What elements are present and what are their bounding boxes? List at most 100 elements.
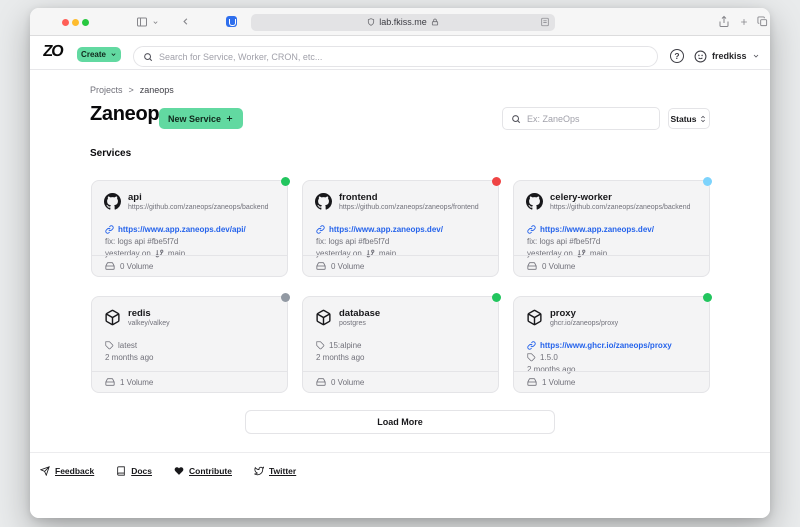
- service-source: valkey/valkey: [128, 319, 170, 328]
- service-card-frontend[interactable]: frontend https://github.com/zaneops/zane…: [302, 180, 499, 277]
- back-icon[interactable]: [180, 16, 191, 27]
- new-service-button[interactable]: New Service: [159, 108, 243, 129]
- help-button[interactable]: ?: [670, 49, 684, 63]
- service-source: ghcr.io/zaneops/proxy: [550, 319, 618, 328]
- service-source: https://github.com/zaneops/zaneops/backe…: [128, 203, 268, 212]
- volume-icon: [527, 377, 537, 387]
- service-volumes: 1 Volume: [514, 371, 709, 392]
- footer-link-docs[interactable]: Docs: [116, 466, 152, 476]
- service-volumes: 0 Volume: [514, 255, 709, 276]
- volume-icon: [105, 261, 115, 271]
- github-icon: [315, 193, 332, 210]
- github-icon: [526, 193, 543, 210]
- chevron-down-icon: [752, 52, 760, 60]
- browser-toolbar: lab.fkiss.me: [30, 8, 770, 36]
- site-favicon[interactable]: [226, 16, 237, 27]
- tag-icon: [105, 341, 114, 350]
- user-name: fredkiss: [712, 51, 747, 61]
- volume-icon: [316, 377, 326, 387]
- service-name: frontend: [339, 192, 479, 203]
- breadcrumb-current[interactable]: zaneops: [140, 85, 174, 95]
- volume-icon: [105, 377, 115, 387]
- service-source: https://github.com/zaneops/zaneops/front…: [339, 203, 479, 212]
- service-url-link[interactable]: https://www.app.zaneops.dev/: [316, 223, 490, 235]
- url-text: lab.fkiss.me: [379, 17, 427, 27]
- status-dot: [281, 177, 290, 186]
- link-icon: [527, 341, 536, 350]
- service-name: database: [339, 308, 380, 319]
- send-icon: [40, 466, 50, 476]
- footer-link-contribute[interactable]: Contribute: [174, 466, 232, 476]
- address-bar[interactable]: lab.fkiss.me: [251, 14, 555, 31]
- footer-link-feedback[interactable]: Feedback: [40, 466, 94, 476]
- service-url-link[interactable]: https://www.app.zaneops.dev/api/: [105, 223, 279, 235]
- share-icon[interactable]: [718, 15, 730, 28]
- zaneops-logo[interactable]: ZO: [42, 43, 63, 61]
- plus-icon: [225, 114, 234, 123]
- github-icon: [104, 193, 121, 210]
- service-name: api: [128, 192, 268, 203]
- service-card-database[interactable]: database postgres 15:alpine 2 months ago…: [302, 296, 499, 393]
- status-filter-button[interactable]: Status: [668, 108, 710, 129]
- search-icon: [143, 52, 153, 62]
- breadcrumb-separator: >: [129, 85, 134, 95]
- lock-icon: [431, 18, 439, 26]
- service-url-link[interactable]: https://www.app.zaneops.dev/: [527, 223, 701, 235]
- footer-link-twitter[interactable]: Twitter: [254, 466, 296, 476]
- service-tag: 1.5.0: [527, 351, 701, 363]
- services-section-label: Services: [90, 148, 131, 159]
- create-button[interactable]: Create: [77, 47, 121, 62]
- package-icon: [526, 309, 543, 326]
- service-commit: fix: logs api #fbe5f7d: [105, 235, 279, 247]
- avatar-icon: [694, 50, 707, 63]
- privacy-shield-icon: [367, 18, 375, 26]
- service-card-api[interactable]: api https://github.com/zaneops/zaneops/b…: [91, 180, 288, 277]
- service-url-link[interactable]: https://www.ghcr.io/zaneops/proxy: [527, 339, 701, 351]
- service-volumes: 1 Volume: [92, 371, 287, 392]
- minimize-window-button[interactable]: [72, 19, 79, 26]
- tab-overview-icon[interactable]: [757, 16, 768, 27]
- breadcrumb-projects[interactable]: Projects: [90, 85, 123, 95]
- zoom-window-button[interactable]: [82, 19, 89, 26]
- status-dot: [703, 177, 712, 186]
- load-more-button[interactable]: Load More: [245, 410, 555, 434]
- service-volumes: 0 Volume: [92, 255, 287, 276]
- global-search-input[interactable]: [159, 52, 648, 62]
- status-dot: [281, 293, 290, 302]
- link-icon: [527, 225, 536, 234]
- service-filter[interactable]: [502, 107, 660, 130]
- twitter-icon: [254, 466, 264, 476]
- package-icon: [104, 309, 121, 326]
- service-filter-input[interactable]: [527, 114, 651, 124]
- status-dot: [492, 177, 501, 186]
- tag-icon: [316, 341, 325, 350]
- close-window-button[interactable]: [62, 19, 69, 26]
- book-icon: [116, 466, 126, 476]
- link-icon: [316, 225, 325, 234]
- browser-window: lab.fkiss.me ZO Create: [30, 8, 770, 518]
- service-volumes: 0 Volume: [303, 371, 498, 392]
- reader-view-icon[interactable]: [540, 17, 550, 27]
- tag-icon: [527, 353, 536, 362]
- link-icon: [105, 225, 114, 234]
- new-tab-icon[interactable]: [739, 17, 749, 27]
- search-icon: [511, 114, 521, 124]
- user-menu[interactable]: fredkiss: [694, 48, 760, 64]
- service-source: https://github.com/zaneops/zaneops/backe…: [550, 203, 690, 212]
- chevron-down-icon: [110, 51, 117, 58]
- chevrons-up-down-icon: [699, 115, 707, 123]
- service-updated: 2 months ago: [316, 351, 490, 363]
- volume-icon: [527, 261, 537, 271]
- service-source: postgres: [339, 319, 380, 328]
- volume-icon: [316, 261, 326, 271]
- service-commit: fix: logs api #fbe5f7d: [316, 235, 490, 247]
- service-card-redis[interactable]: redis valkey/valkey latest 2 months ago …: [91, 296, 288, 393]
- service-card-proxy[interactable]: proxy ghcr.io/zaneops/proxy https://www.…: [513, 296, 710, 393]
- sidebar-chevron-icon[interactable]: [152, 19, 159, 26]
- global-search[interactable]: [133, 46, 658, 67]
- sidebar-toggle-icon[interactable]: [136, 16, 148, 28]
- service-card-celery-worker[interactable]: celery-worker https://github.com/zaneops…: [513, 180, 710, 277]
- service-updated: 2 months ago: [105, 351, 279, 363]
- app-header: ZO Create ? fredkiss: [30, 36, 770, 70]
- heart-icon: [174, 466, 184, 476]
